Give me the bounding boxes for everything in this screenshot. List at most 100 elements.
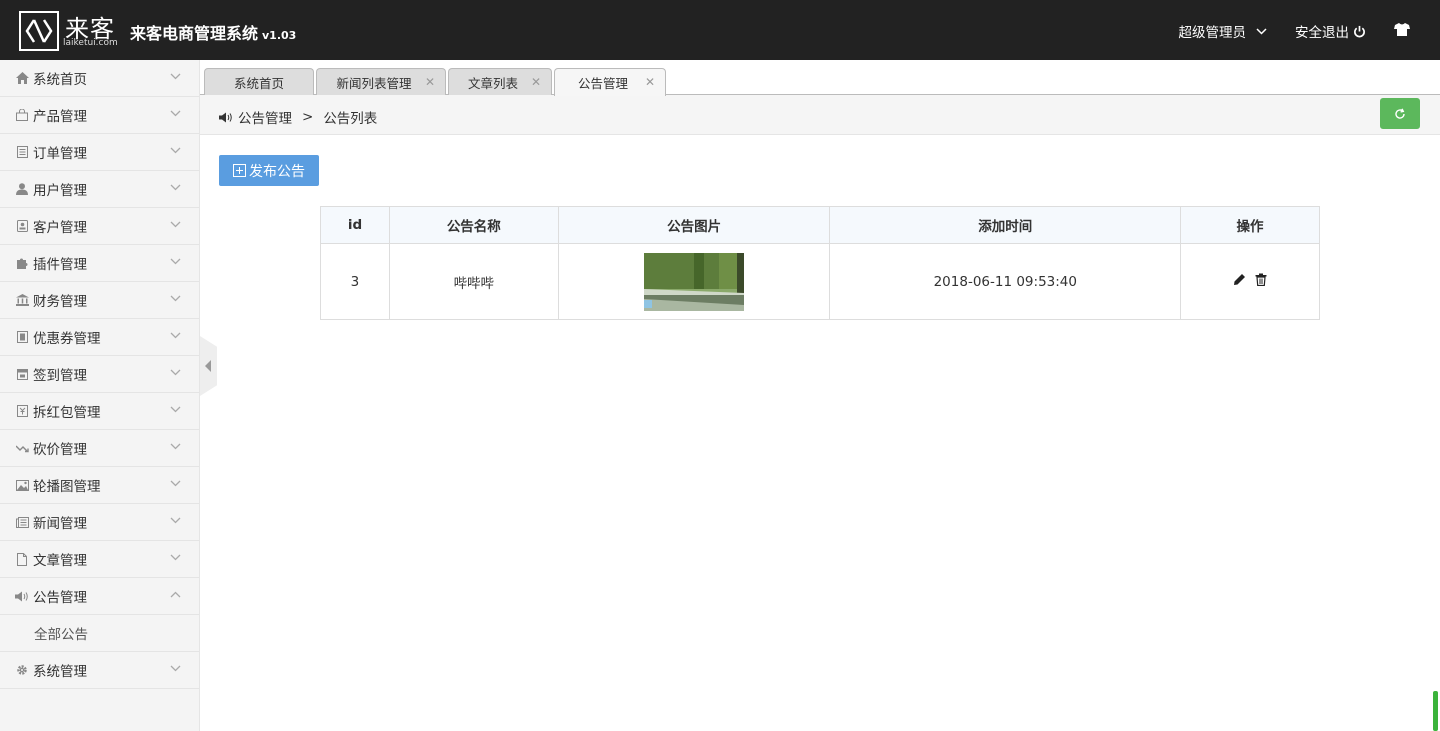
- cell-actions: [1180, 243, 1320, 320]
- close-icon[interactable]: ✕: [645, 75, 655, 89]
- announcement-thumbnail[interactable]: [644, 252, 745, 311]
- chevron-down-icon: [170, 665, 181, 672]
- sidebar-item-finance[interactable]: 财务管理: [0, 282, 199, 319]
- sidebar-item-home[interactable]: 系统首页: [0, 60, 199, 97]
- newspaper-icon: [15, 515, 29, 529]
- order-list-icon: [15, 145, 29, 159]
- edit-pencil-icon[interactable]: [1233, 273, 1246, 286]
- breadcrumb-section[interactable]: 公告管理: [238, 107, 292, 127]
- chevron-down-icon: [170, 110, 181, 117]
- table-row: 3 哔哔哔 2018-06-11 09:53:40: [320, 243, 1320, 320]
- sidebar-item-label: 砍价管理: [33, 442, 87, 458]
- tshirt-icon: [1394, 22, 1410, 36]
- sidebar-item-label: 新闻管理: [33, 516, 87, 532]
- sidebar-subitem-all-announcements[interactable]: 全部公告: [0, 615, 199, 652]
- sidebar-item-checkin[interactable]: 签到管理: [0, 356, 199, 393]
- chevron-down-icon: [170, 517, 181, 524]
- announcement-table: id 公告名称 公告图片 添加时间 操作 3 哔哔哔 2018-06-11 09…: [320, 206, 1320, 320]
- breadcrumb-current: 公告列表: [323, 111, 378, 127]
- theme-button[interactable]: [1394, 22, 1410, 40]
- image-icon: [15, 478, 29, 492]
- sidebar-item-products[interactable]: 产品管理: [0, 97, 199, 134]
- scroll-indicator[interactable]: [1433, 691, 1438, 731]
- chevron-down-icon: [170, 332, 181, 339]
- gear-icon: [15, 663, 29, 677]
- cell-image: [557, 243, 831, 320]
- calendar-icon: [15, 367, 29, 381]
- top-header: 来客 laiketui.com 来客电商管理系统 v1.03 超级管理员 安全退出: [0, 0, 1440, 60]
- home-icon: [15, 71, 29, 85]
- chevron-down-icon: [170, 480, 181, 487]
- logo-domain: laiketui.com: [63, 38, 118, 48]
- customer-icon: [15, 219, 29, 233]
- red-packet-icon: [15, 404, 29, 418]
- chevron-down-icon: [170, 184, 181, 191]
- tab-article-list[interactable]: 文章列表 ✕: [448, 68, 552, 95]
- tab-bar: 系统首页 新闻列表管理 ✕ 文章列表 ✕ 公告管理 ✕: [200, 60, 1440, 96]
- logout-button[interactable]: 安全退出: [1295, 21, 1366, 41]
- refresh-button[interactable]: [1380, 98, 1420, 129]
- logout-label: 安全退出: [1295, 25, 1349, 41]
- column-header-actions: 操作: [1180, 206, 1320, 244]
- close-icon[interactable]: ✕: [531, 75, 541, 89]
- chevron-down-icon: [170, 147, 181, 154]
- caret-left-icon: [205, 360, 211, 372]
- sidebar-subitem-label: 全部公告: [34, 627, 88, 643]
- sidebar-item-banners[interactable]: 轮播图管理: [0, 467, 199, 504]
- column-header-name: 公告名称: [388, 206, 559, 244]
- sidebar-collapse-handle[interactable]: [200, 336, 217, 396]
- chevron-down-icon: [170, 554, 181, 561]
- chevron-down-icon: [170, 221, 181, 228]
- sidebar-item-label: 用户管理: [33, 183, 87, 199]
- sidebar-item-customers[interactable]: 客户管理: [0, 208, 199, 245]
- tab-label: 系统首页: [233, 75, 284, 91]
- sidebar-item-plugins[interactable]: 插件管理: [0, 245, 199, 282]
- sidebar-item-bargain[interactable]: 砍价管理: [0, 430, 199, 467]
- shopping-bag-icon: [15, 108, 29, 122]
- sidebar-item-coupons[interactable]: 优惠券管理: [0, 319, 199, 356]
- app-title: 来客电商管理系统 v1.03: [130, 20, 296, 44]
- speaker-icon: [219, 112, 232, 122]
- sidebar-item-label: 产品管理: [33, 109, 87, 125]
- tab-label: 新闻列表管理: [336, 75, 412, 91]
- publish-announcement-button[interactable]: 发布公告: [219, 155, 319, 186]
- column-header-id: id: [320, 206, 390, 244]
- sidebar-item-label: 财务管理: [33, 294, 87, 310]
- breadcrumb-separator: >: [302, 109, 314, 125]
- sidebar-item-label: 插件管理: [33, 257, 87, 273]
- publish-button-label: 发布公告: [249, 163, 305, 180]
- sidebar-item-news[interactable]: 新闻管理: [0, 504, 199, 541]
- cell-time: 2018-06-11 09:53:40: [829, 243, 1182, 320]
- chevron-down-icon: [1256, 27, 1267, 35]
- logo[interactable]: 来客 laiketui.com: [19, 11, 123, 51]
- sidebar-item-label: 系统首页: [33, 72, 87, 88]
- sidebar-item-system[interactable]: 系统管理: [0, 652, 199, 689]
- sidebar-item-label: 客户管理: [33, 220, 87, 236]
- user-menu[interactable]: 超级管理员: [1179, 21, 1268, 41]
- trend-icon: [15, 441, 29, 455]
- bank-icon: [15, 293, 29, 307]
- sidebar-item-label: 文章管理: [33, 553, 87, 569]
- tab-home[interactable]: 系统首页: [204, 68, 314, 95]
- chevron-down-icon: [170, 295, 181, 302]
- sidebar-item-label: 订单管理: [33, 146, 87, 162]
- sidebar-item-articles[interactable]: 文章管理: [0, 541, 199, 578]
- sidebar-item-label: 签到管理: [33, 368, 87, 384]
- sidebar-item-label: 优惠券管理: [33, 331, 101, 347]
- tab-label: 文章列表: [467, 75, 518, 91]
- plus-square-icon: [233, 164, 246, 177]
- sidebar-item-users[interactable]: 用户管理: [0, 171, 199, 208]
- delete-trash-icon[interactable]: [1255, 273, 1267, 286]
- tab-label: 公告管理: [577, 76, 628, 91]
- cell-name: 哔哔哔: [388, 243, 559, 320]
- user-name: 超级管理员: [1178, 25, 1247, 41]
- close-icon[interactable]: ✕: [425, 75, 435, 89]
- sidebar-item-announcements[interactable]: 公告管理: [0, 578, 199, 615]
- tab-announcement-management[interactable]: 公告管理 ✕: [554, 68, 666, 96]
- tab-news-list[interactable]: 新闻列表管理 ✕: [316, 68, 446, 95]
- table-header-row: id 公告名称 公告图片 添加时间 操作: [320, 206, 1320, 244]
- sidebar-item-red-packet[interactable]: 拆红包管理: [0, 393, 199, 430]
- sidebar-item-label: 公告管理: [33, 590, 87, 606]
- sidebar-item-orders[interactable]: 订单管理: [0, 134, 199, 171]
- breadcrumb-bar: 公告管理 > 公告列表: [200, 95, 1440, 135]
